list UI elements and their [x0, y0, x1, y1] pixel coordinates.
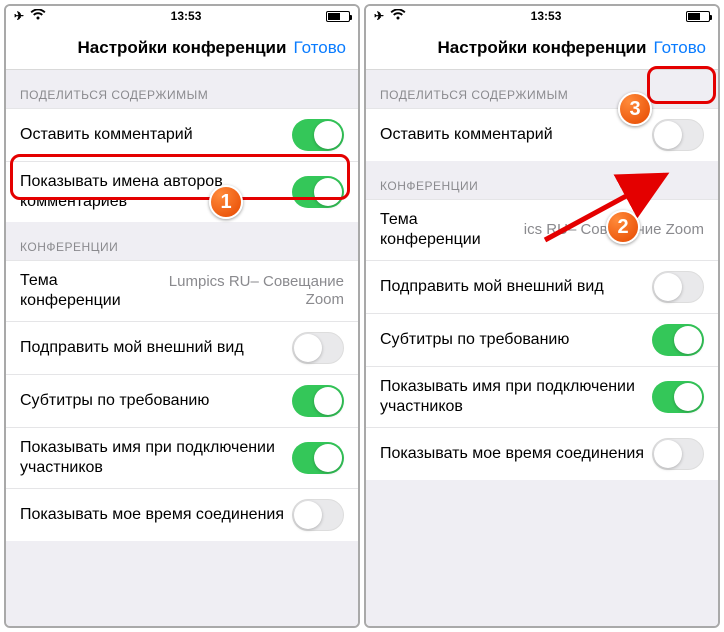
- statusbar: ✈ 13:53: [366, 6, 718, 26]
- row-beauty[interactable]: Подправить мой внешний вид: [6, 321, 358, 374]
- row-label: Показывать мое время соединения: [20, 505, 292, 525]
- row-value: Lumpics RU– Совещание Zoom: [129, 273, 344, 309]
- row-label: Тема конференции: [380, 210, 524, 250]
- toggle-subtitles[interactable]: [652, 324, 704, 356]
- navbar: Настройки конференции Готово: [366, 26, 718, 70]
- settings-list: ПОДЕЛИТЬСЯ СОДЕРЖИМЫМ Оставить комментар…: [6, 70, 358, 626]
- row-label: Субтитры по требованию: [380, 330, 652, 350]
- step-badge-2: 2: [606, 210, 640, 244]
- row-label: Тема конференции: [20, 271, 129, 311]
- step-badge-3: 3: [618, 92, 652, 126]
- navbar: Настройки конференции Готово: [6, 26, 358, 70]
- toggle-leave-comment[interactable]: [652, 119, 704, 151]
- toggle-beauty[interactable]: [292, 332, 344, 364]
- row-leave-comment[interactable]: Оставить комментарий: [366, 108, 718, 161]
- row-label: Подправить мой внешний вид: [380, 277, 652, 297]
- toggle-my-time[interactable]: [652, 438, 704, 470]
- row-subtitles[interactable]: Субтитры по требованию: [6, 374, 358, 427]
- row-subtitles[interactable]: Субтитры по требованию: [366, 313, 718, 366]
- row-label: Показывать имена авторов комментариев: [20, 172, 292, 212]
- wifi-icon: [390, 9, 406, 24]
- row-my-time[interactable]: Показывать мое время соединения: [6, 488, 358, 541]
- row-label: Показывать имя при подключении участнико…: [380, 377, 652, 417]
- airplane-icon: ✈: [14, 9, 24, 23]
- page-title: Настройки конференции: [78, 38, 287, 58]
- row-name-join[interactable]: Показывать имя при подключении участнико…: [366, 366, 718, 427]
- toggle-name-join[interactable]: [292, 442, 344, 474]
- statusbar: ✈ 13:53: [6, 6, 358, 26]
- toggle-my-time[interactable]: [292, 499, 344, 531]
- toggle-name-join[interactable]: [652, 381, 704, 413]
- row-label: Показывать имя при подключении участнико…: [20, 438, 292, 478]
- step-badge-1: 1: [209, 185, 243, 219]
- row-label: Оставить комментарий: [380, 125, 652, 145]
- toggle-leave-comment[interactable]: [292, 119, 344, 151]
- done-button[interactable]: Готово: [286, 26, 355, 70]
- section-conf-header: КОНФЕРЕНЦИИ: [366, 161, 718, 199]
- toggle-beauty[interactable]: [652, 271, 704, 303]
- toggle-show-author[interactable]: [292, 176, 344, 208]
- section-share-header: ПОДЕЛИТЬСЯ СОДЕРЖИМЫМ: [6, 70, 358, 108]
- row-show-author[interactable]: Показывать имена авторов комментариев: [6, 161, 358, 222]
- status-time: 13:53: [531, 9, 562, 23]
- section-share-header: ПОДЕЛИТЬСЯ СОДЕРЖИМЫМ: [366, 70, 718, 108]
- section-conf-header: КОНФЕРЕНЦИИ: [6, 222, 358, 260]
- phone-right: ✈ 13:53 Настройки конференции Готово ПОД…: [364, 4, 720, 628]
- row-label: Подправить мой внешний вид: [20, 338, 292, 358]
- done-button[interactable]: Готово: [646, 26, 715, 70]
- row-my-time[interactable]: Показывать мое время соединения: [366, 427, 718, 480]
- settings-list: ПОДЕЛИТЬСЯ СОДЕРЖИМЫМ Оставить комментар…: [366, 70, 718, 626]
- row-beauty[interactable]: Подправить мой внешний вид: [366, 260, 718, 313]
- row-conf-topic[interactable]: Тема конференции Lumpics RU– Совещание Z…: [6, 260, 358, 321]
- airplane-icon: ✈: [374, 9, 384, 23]
- battery-icon: [686, 11, 710, 22]
- wifi-icon: [30, 9, 46, 24]
- page-title: Настройки конференции: [438, 38, 647, 58]
- row-leave-comment[interactable]: Оставить комментарий: [6, 108, 358, 161]
- row-label: Субтитры по требованию: [20, 391, 292, 411]
- toggle-subtitles[interactable]: [292, 385, 344, 417]
- row-label: Оставить комментарий: [20, 125, 292, 145]
- status-time: 13:53: [171, 9, 202, 23]
- phone-left: ✈ 13:53 Настройки конференции Готово ПОД…: [4, 4, 360, 628]
- battery-icon: [326, 11, 350, 22]
- row-label: Показывать мое время соединения: [380, 444, 652, 464]
- row-name-join[interactable]: Показывать имя при подключении участнико…: [6, 427, 358, 488]
- row-conf-topic[interactable]: Тема конференции ics RU– Совещание Zoom: [366, 199, 718, 260]
